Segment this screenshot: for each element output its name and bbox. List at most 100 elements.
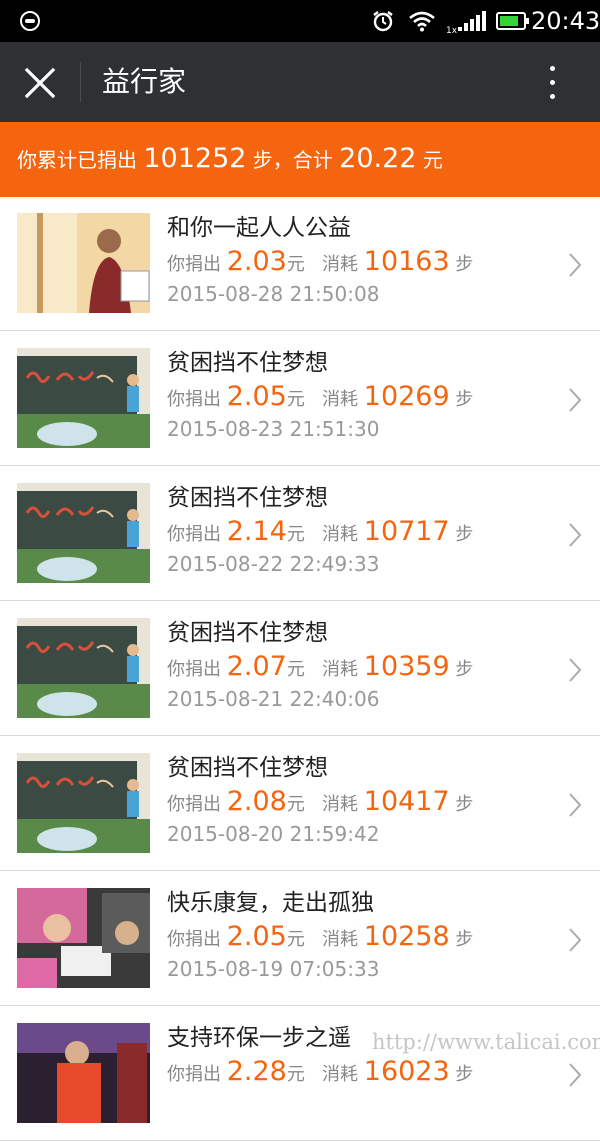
list-item[interactable]: 贫困挡不住梦想 你捐出 2.08元 消耗 10417 步 2015-08-20 21…	[0, 737, 600, 871]
yuan-label: 元	[286, 1064, 305, 1085]
donation-amount: 2.03	[226, 246, 287, 277]
donation-amount: 2.07	[226, 651, 287, 682]
consumed-label: 消耗	[322, 929, 359, 950]
steps-consumed: 10269	[363, 381, 450, 412]
project-name: 和你一起人人公益	[167, 215, 351, 241]
donation-amount: 2.28	[226, 1056, 287, 1087]
chevron-right-icon	[566, 386, 584, 414]
menu-dot	[550, 94, 555, 99]
summary-line: 你累计已捐出 101252 步，合计 20.22 元	[17, 142, 443, 177]
total-amount: 20.22	[339, 143, 417, 174]
donation-stats: 你捐出 2.05元 消耗 10258 步	[167, 918, 473, 959]
wifi-icon	[409, 11, 435, 32]
yuan-label: 元	[286, 794, 305, 815]
project-thumbnail	[17, 483, 150, 583]
donation-amount: 2.08	[226, 786, 287, 817]
yuan-label: 元	[286, 254, 305, 275]
donation-stats: 你捐出 2.03元 消耗 10163 步	[167, 243, 473, 284]
list-item[interactable]: 支持环保一步之遥 你捐出 2.28元 消耗 16023 步	[0, 1007, 600, 1141]
battery-icon	[496, 12, 529, 30]
total-steps: 101252	[143, 143, 247, 174]
donation-date: 2015-08-21 22:40:06	[167, 687, 380, 711]
donation-stats: 你捐出 2.28元 消耗 16023 步	[167, 1053, 473, 1094]
steps-consumed: 10163	[363, 246, 450, 277]
list-item[interactable]: 快乐康复，走出孤独 你捐出 2.05元 消耗 10258 步 2015-08-19 …	[0, 872, 600, 1006]
steps-label: 步	[455, 1064, 474, 1085]
chevron-right-icon	[566, 251, 584, 279]
more-menu-icon[interactable]	[537, 62, 567, 106]
yuan-label: 元	[286, 524, 305, 545]
steps-consumed: 10417	[363, 786, 450, 817]
chevron-right-icon	[566, 521, 584, 549]
steps-consumed: 10258	[363, 921, 450, 952]
summary-prefix: 你累计已捐出	[17, 148, 137, 172]
yuan-label: 元	[286, 389, 305, 410]
project-name: 贫困挡不住梦想	[167, 755, 328, 781]
steps-label: 步	[455, 254, 474, 275]
donation-amount: 2.05	[226, 921, 287, 952]
project-thumbnail	[17, 213, 150, 313]
project-name: 贫困挡不住梦想	[167, 485, 328, 511]
list-item[interactable]: 贫困挡不住梦想 你捐出 2.14元 消耗 10717 步 2015-08-22 22…	[0, 467, 600, 601]
yuan-label: 元	[286, 659, 305, 680]
donation-date: 2015-08-20 21:59:42	[167, 822, 380, 846]
consumed-label: 消耗	[322, 524, 359, 545]
steps-label: 步	[455, 524, 474, 545]
donation-amount: 2.14	[226, 516, 287, 547]
summary-steps-unit: 步，合计	[252, 148, 333, 172]
donation-stats: 你捐出 2.05元 消耗 10269 步	[167, 378, 473, 419]
donated-label: 你捐出	[167, 659, 221, 680]
donation-stats: 你捐出 2.08元 消耗 10417 步	[167, 783, 473, 824]
app-bar-divider	[80, 62, 81, 102]
donated-label: 你捐出	[167, 389, 221, 410]
menu-dot	[550, 66, 555, 71]
project-name: 支持环保一步之遥	[167, 1025, 351, 1051]
donated-label: 你捐出	[167, 254, 221, 275]
yuan-label: 元	[286, 929, 305, 950]
svg-text:1x: 1x	[446, 26, 458, 34]
steps-consumed: 16023	[363, 1056, 450, 1087]
donation-date: 2015-08-23 21:51:30	[167, 417, 380, 441]
chevron-right-icon	[566, 791, 584, 819]
close-icon[interactable]	[18, 61, 62, 105]
consumed-label: 消耗	[322, 254, 359, 275]
chevron-right-icon	[566, 656, 584, 684]
donation-date: 2015-08-19 07:05:33	[167, 957, 380, 981]
donation-list: 和你一起人人公益 你捐出 2.03元 消耗 10163 步 2015-08-28 2…	[0, 197, 600, 1142]
project-thumbnail	[17, 348, 150, 448]
summary-amount-unit: 元	[422, 148, 443, 172]
consumed-label: 消耗	[322, 389, 359, 410]
app-bar: 益行家	[0, 42, 600, 122]
chevron-right-icon	[566, 926, 584, 954]
donation-stats: 你捐出 2.07元 消耗 10359 步	[167, 648, 473, 689]
clock: 20:43	[531, 7, 600, 35]
list-item[interactable]: 贫困挡不住梦想 你捐出 2.05元 消耗 10269 步 2015-08-23 21…	[0, 332, 600, 466]
consumed-label: 消耗	[322, 794, 359, 815]
list-item[interactable]: 贫困挡不住梦想 你捐出 2.07元 消耗 10359 步 2015-08-21 22…	[0, 602, 600, 736]
steps-label: 步	[455, 794, 474, 815]
page-title: 益行家	[102, 65, 187, 98]
project-thumbnail	[17, 1023, 150, 1123]
steps-label: 步	[455, 659, 474, 680]
alarm-icon	[373, 11, 393, 32]
menu-dot	[550, 80, 555, 85]
donation-stats: 你捐出 2.14元 消耗 10717 步	[167, 513, 473, 554]
project-thumbnail	[17, 753, 150, 853]
donation-date: 2015-08-22 22:49:33	[167, 552, 380, 576]
project-name: 快乐康复，走出孤独	[167, 890, 374, 916]
donation-date: 2015-08-28 21:50:08	[167, 282, 380, 306]
steps-label: 步	[455, 389, 474, 410]
consumed-label: 消耗	[322, 659, 359, 680]
project-thumbnail	[17, 888, 150, 988]
donated-label: 你捐出	[167, 794, 221, 815]
donated-label: 你捐出	[167, 929, 221, 950]
donated-label: 你捐出	[167, 1064, 221, 1085]
list-item[interactable]: 和你一起人人公益 你捐出 2.03元 消耗 10163 步 2015-08-28 2…	[0, 197, 600, 331]
status-bar: 1x 20:43	[0, 0, 600, 42]
donation-amount: 2.05	[226, 381, 287, 412]
steps-consumed: 10717	[363, 516, 450, 547]
project-name: 贫困挡不住梦想	[167, 350, 328, 376]
project-thumbnail	[17, 618, 150, 718]
steps-consumed: 10359	[363, 651, 450, 682]
signal-icon: 1x	[446, 11, 486, 34]
